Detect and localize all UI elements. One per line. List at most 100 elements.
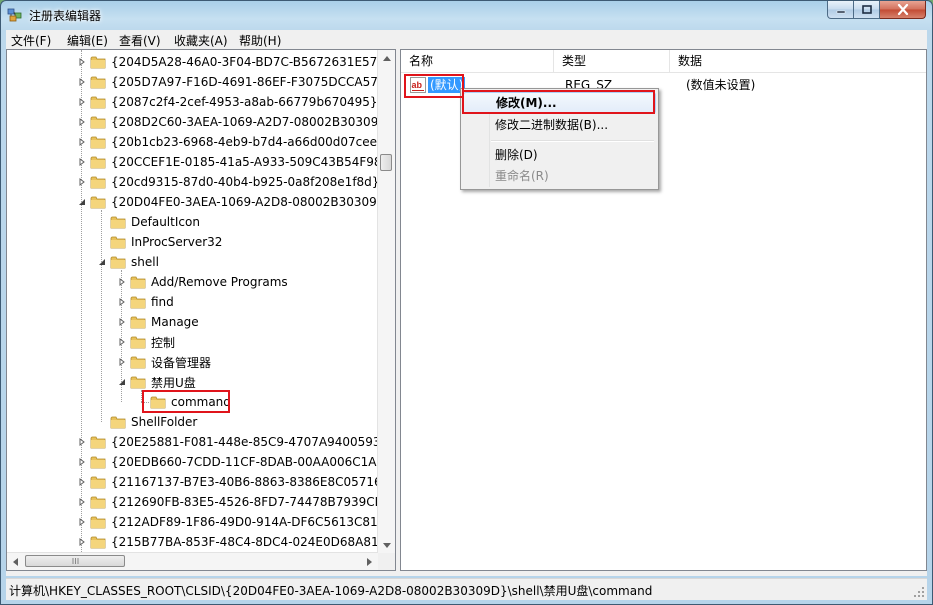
tree-item-label: shell: [131, 255, 159, 269]
folder-icon: [90, 56, 106, 69]
menu-help[interactable]: 帮助(H): [239, 32, 281, 49]
expand-arrow-icon[interactable]: [117, 298, 126, 307]
collapse-arrow-icon[interactable]: [97, 258, 106, 267]
tree-item[interactable]: ShellFolder: [110, 412, 199, 432]
expand-arrow-icon[interactable]: [77, 438, 86, 447]
tree-item[interactable]: {20EDB660-7CDD-11CF-8DAB-00AA006C1A01}: [77, 452, 395, 472]
tree-item-label: {20E25881-F081-448e-85C9-4707A9400593}: [111, 435, 389, 449]
tree-guide-line: [101, 210, 102, 422]
tree-item[interactable]: {205D7A97-F16D-4691-86EF-F3075DCCA57D}: [77, 72, 395, 92]
tree-item-label: {20D04FE0-3AEA-1069-A2D8-08002B30309D}: [111, 195, 394, 209]
scroll-right-button[interactable]: [361, 553, 378, 570]
folder-icon: [90, 536, 106, 549]
maximize-icon: [861, 5, 872, 14]
tree-item[interactable]: Manage: [117, 312, 201, 332]
expand-arrow-icon[interactable]: [117, 318, 126, 327]
collapse-arrow-icon[interactable]: [77, 198, 86, 207]
window-title: 注册表编辑器: [29, 9, 102, 23]
tree-item[interactable]: {20cd9315-87d0-40b4-b925-0a8f208e1f8d}: [77, 172, 381, 192]
menu-separator: [491, 140, 654, 142]
grip-lines-icon: [72, 558, 78, 564]
tree-item[interactable]: DefaultIcon: [110, 212, 202, 232]
tree-item[interactable]: Add/Remove Programs: [117, 272, 290, 292]
expand-arrow-icon[interactable]: [117, 358, 126, 367]
close-button[interactable]: [880, 1, 926, 19]
tree-horizontal-scrollbar[interactable]: [7, 552, 378, 570]
context-menu: 修改(M)... 修改二进制数据(B)... 删除(D) 重命名(R): [460, 88, 659, 190]
expand-arrow-icon[interactable]: [77, 138, 86, 147]
menu-item-delete[interactable]: 删除(D): [463, 144, 656, 166]
collapse-arrow-icon[interactable]: [117, 378, 126, 387]
tree-item-label: {20cd9315-87d0-40b4-b925-0a8f208e1f8d}: [111, 175, 380, 189]
close-icon: [897, 4, 908, 15]
expand-arrow-icon[interactable]: [77, 178, 86, 187]
tree-item-label: {212ADF89-1F86-49D0-914A-DF6C5613C81E}: [111, 515, 393, 529]
tree-item[interactable]: {20E25881-F081-448e-85C9-4707A9400593}: [77, 432, 390, 452]
tree-item-label: InProcServer32: [131, 235, 223, 249]
string-value-icon: ab: [410, 77, 426, 93]
menu-item-modify[interactable]: 修改(M)...: [463, 92, 656, 114]
resize-grip-icon[interactable]: [913, 586, 925, 598]
menu-view[interactable]: 查看(V): [119, 32, 161, 49]
tree-item-label: 控制: [151, 335, 176, 350]
title-bar[interactable]: 注册表编辑器: [1, 1, 932, 29]
scroll-left-button[interactable]: [7, 553, 24, 570]
svg-text:ab: ab: [412, 80, 423, 90]
expand-arrow-icon[interactable]: [77, 478, 86, 487]
scroll-down-arrow-icon: [382, 543, 391, 548]
folder-icon: [90, 176, 106, 189]
tree-item-expanded[interactable]: 禁用U盘: [117, 372, 198, 392]
tree-item-selected[interactable]: command: [150, 392, 233, 412]
expand-arrow-icon[interactable]: [77, 458, 86, 467]
folder-icon: [90, 76, 106, 89]
tree-vertical-scrollbar[interactable]: [377, 50, 395, 554]
tree-item-label: ShellFolder: [131, 415, 198, 429]
column-header-type[interactable]: 类型: [554, 50, 670, 72]
tree-item-label: command: [171, 395, 231, 409]
maximize-button[interactable]: [854, 1, 880, 19]
expand-arrow-icon[interactable]: [77, 538, 86, 547]
folder-icon: [90, 96, 106, 109]
tree-item[interactable]: find: [117, 292, 176, 312]
menu-item-modify-binary[interactable]: 修改二进制数据(B)...: [463, 114, 656, 136]
tree-item[interactable]: 控制: [117, 332, 177, 352]
tree-item[interactable]: {208D2C60-3AEA-1069-A2D7-08002B30309D}: [77, 112, 395, 132]
tree-item[interactable]: {212690FB-83E5-4526-8FD7-74478B7939CD}: [77, 492, 394, 512]
key-tree-pane[interactable]: {204D5A28-46A0-3F04-BD7C-B5672631E57F} {…: [6, 49, 396, 571]
tree-item[interactable]: {2087c2f4-2cef-4953-a8ab-66779b670495}: [77, 92, 380, 112]
minimize-button[interactable]: [827, 1, 854, 19]
vertical-scroll-thumb[interactable]: [380, 154, 392, 171]
expand-arrow-icon[interactable]: [77, 158, 86, 167]
expand-arrow-icon[interactable]: [77, 78, 86, 87]
tree-item[interactable]: {20b1cb23-6968-4eb9-b7d4-a66d00d07cee}: [77, 132, 387, 152]
folder-open-icon: [130, 376, 146, 389]
tree-item[interactable]: {21167137-B7E3-40B6-8863-8386E8C05716}: [77, 472, 391, 492]
horizontal-scroll-thumb[interactable]: [25, 555, 125, 567]
tree-item[interactable]: InProcServer32: [110, 232, 224, 252]
tree-item[interactable]: 设备管理器: [117, 352, 213, 372]
expand-arrow-icon[interactable]: [77, 118, 86, 127]
tree-item[interactable]: {215B77BA-853F-48C4-8DC4-024E0D68A812}: [77, 532, 395, 552]
registry-editor-window: 注册表编辑器 文件(F) 编辑(E) 查看(V) 收藏夹(A) 帮助(H) {2…: [0, 0, 933, 605]
current-key-path: 计算机\HKEY_CLASSES_ROOT\CLSID\{20D04FE0-3A…: [9, 584, 653, 598]
expand-arrow-icon[interactable]: [77, 98, 86, 107]
menu-edit[interactable]: 编辑(E): [67, 32, 108, 49]
tree-item[interactable]: {20CCEF1E-0185-41a5-A933-509C43B54F98}: [77, 152, 391, 172]
expand-arrow-icon[interactable]: [117, 278, 126, 287]
column-header-data[interactable]: 数据: [670, 50, 926, 72]
expand-arrow-icon[interactable]: [77, 518, 86, 527]
tree-item[interactable]: {204D5A28-46A0-3F04-BD7C-B5672631E57F}: [77, 52, 394, 72]
tree-item-expanded[interactable]: shell: [97, 252, 161, 272]
value-data: (数值未设置): [686, 78, 756, 92]
expand-arrow-icon[interactable]: [117, 338, 126, 347]
expand-arrow-icon[interactable]: [77, 498, 86, 507]
tree-item[interactable]: {212ADF89-1F86-49D0-914A-DF6C5613C81E}: [77, 512, 395, 532]
expand-arrow-icon[interactable]: [77, 58, 86, 67]
tree-item-expanded[interactable]: {20D04FE0-3AEA-1069-A2D8-08002B30309D}: [77, 192, 395, 212]
scroll-up-button[interactable]: [378, 50, 395, 67]
column-header-name[interactable]: 名称: [401, 50, 554, 72]
folder-icon: [130, 276, 146, 289]
scroll-down-button[interactable]: [378, 537, 395, 554]
menu-favorites[interactable]: 收藏夹(A): [174, 32, 228, 49]
menu-file[interactable]: 文件(F): [11, 32, 51, 49]
